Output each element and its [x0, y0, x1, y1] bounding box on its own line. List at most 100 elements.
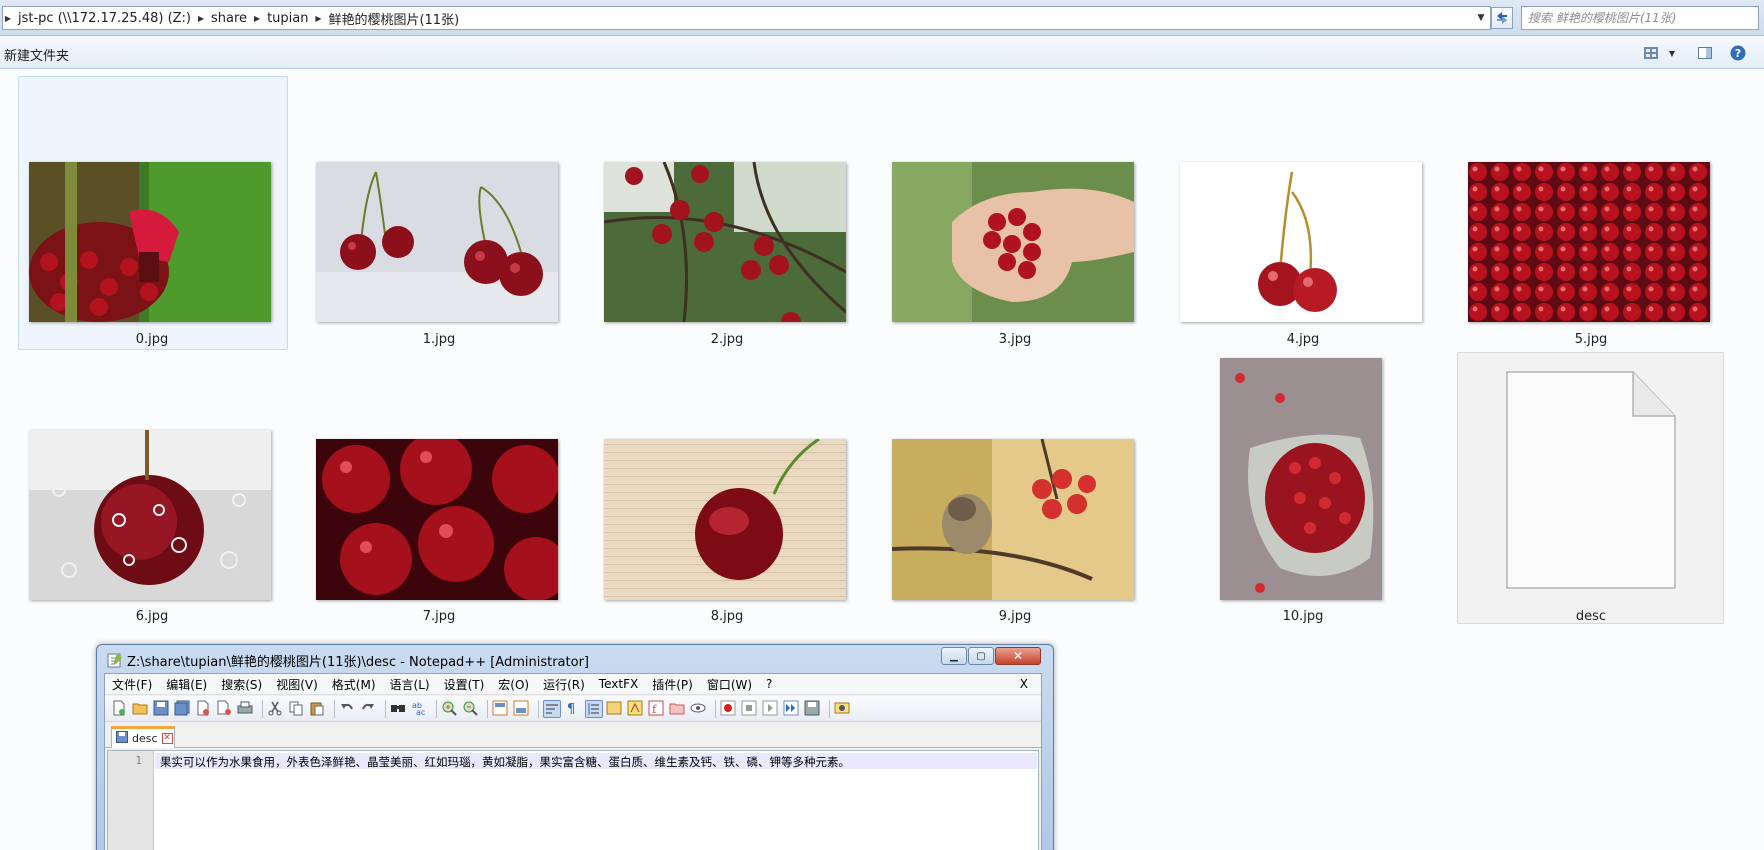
line-number-gutter: 1	[108, 751, 154, 850]
file-label-desc[interactable]: desc	[1455, 609, 1727, 624]
redo-icon[interactable]	[360, 700, 378, 718]
view-options-dropdown-icon[interactable]: ▼	[1664, 45, 1680, 61]
close-icon: ✕	[1012, 649, 1024, 663]
file-label-1[interactable]: 1.jpg	[303, 332, 575, 347]
refresh-button[interactable]	[1491, 7, 1513, 29]
thumbnail-8[interactable]	[604, 439, 846, 600]
function-list-icon[interactable]: f	[648, 700, 666, 718]
notepad-titlebar[interactable]: Z:\share\tupian\鲜艳的樱桃图片(11张)\desc - Note…	[103, 648, 1043, 672]
save-icon[interactable]	[153, 700, 171, 718]
preview-pane-icon[interactable]	[1697, 45, 1713, 61]
breadcrumb-tupian[interactable]: tupian	[262, 7, 313, 29]
help-icon[interactable]: ?	[1730, 45, 1746, 61]
thumbnail-4[interactable]	[1180, 162, 1422, 322]
breadcrumb-arrow-icon[interactable]: ▶	[196, 7, 206, 29]
new-file-icon[interactable]	[111, 700, 129, 718]
file-label-4[interactable]: 4.jpg	[1167, 332, 1439, 347]
menu-plugins[interactable]: 插件(P)	[645, 676, 700, 693]
notepad-window[interactable]: Z:\share\tupian\鲜艳的樱桃图片(11张)\desc - Note…	[96, 644, 1054, 850]
folder-workspace-icon[interactable]	[669, 700, 687, 718]
thumbnail-2[interactable]	[604, 162, 846, 322]
address-history-dropdown-icon[interactable]: ▼	[1474, 10, 1488, 26]
find-icon[interactable]	[390, 700, 408, 718]
open-file-icon[interactable]	[132, 700, 150, 718]
breadcrumb-arrow-icon[interactable]: ▶	[313, 7, 323, 29]
copy-icon[interactable]	[288, 700, 306, 718]
search-input[interactable]	[1528, 11, 1758, 25]
file-label-7[interactable]: 7.jpg	[303, 609, 575, 624]
editor-line-text[interactable]: 果实可以作为水果食用，外表色泽鲜艳、晶莹美丽、红如玛瑙，黄如凝脂，果实富含糖、蛋…	[160, 754, 850, 770]
menu-window[interactable]: 窗口(W)	[700, 676, 759, 693]
indent-guide-icon[interactable]	[585, 699, 603, 718]
close-all-icon[interactable]	[216, 700, 234, 718]
breadcrumb-arrow-icon[interactable]: ▶	[252, 7, 262, 29]
thumbnail-7[interactable]	[316, 439, 558, 600]
menu-settings[interactable]: 设置(T)	[437, 676, 492, 693]
show-all-chars-icon[interactable]: ¶	[564, 700, 582, 718]
sync-horizontal-icon[interactable]	[513, 700, 531, 718]
address-bar[interactable]: ▶ jst-pc (\\172.17.25.48) (Z:) ▶ share ▶…	[2, 6, 1491, 30]
word-wrap-icon[interactable]	[543, 699, 561, 718]
crumb-root-arrow-icon[interactable]: ▶	[3, 7, 13, 29]
notepad-toolbar: ab ac ¶ f	[105, 696, 1041, 722]
undo-icon[interactable]	[339, 700, 357, 718]
menu-edit[interactable]: 编辑(E)	[159, 676, 214, 693]
record-macro-icon[interactable]	[720, 700, 738, 718]
file-label-3[interactable]: 3.jpg	[879, 332, 1151, 347]
thumbnail-9[interactable]	[892, 439, 1134, 600]
monitoring-eye-icon[interactable]	[690, 700, 708, 718]
thumbnail-0[interactable]	[29, 162, 271, 322]
new-folder-button[interactable]: 新建文件夹	[4, 45, 69, 64]
editor-area[interactable]: 1 果实可以作为水果食用，外表色泽鲜艳、晶莹美丽、红如玛瑙，黄如凝脂，果实富含糖…	[107, 750, 1039, 850]
thumbnail-3[interactable]	[892, 162, 1134, 322]
thumbnail-10[interactable]	[1220, 358, 1382, 600]
menu-search[interactable]: 搜索(S)	[214, 676, 269, 693]
close-document-button[interactable]: X	[1013, 677, 1035, 691]
menu-view[interactable]: 视图(V)	[269, 676, 325, 693]
cut-icon[interactable]	[267, 700, 285, 718]
breadcrumb-drive[interactable]: jst-pc (\\172.17.25.48) (Z:)	[13, 7, 196, 29]
thumbnail-1[interactable]	[316, 162, 558, 322]
maximize-button[interactable]: ▢	[968, 647, 994, 665]
menu-textfx[interactable]: TextFX	[592, 677, 645, 691]
thumbnail-5[interactable]	[1468, 162, 1710, 322]
print-icon[interactable]	[237, 700, 255, 718]
file-label-6[interactable]: 6.jpg	[16, 609, 288, 624]
doc-map-icon[interactable]	[627, 700, 645, 718]
sync-vertical-icon[interactable]	[492, 700, 510, 718]
file-label-5[interactable]: 5.jpg	[1455, 332, 1727, 347]
menu-macro[interactable]: 宏(O)	[491, 676, 536, 693]
paste-icon[interactable]	[309, 700, 327, 718]
file-label-0[interactable]: 0.jpg	[16, 332, 288, 347]
menu-format[interactable]: 格式(M)	[325, 676, 383, 693]
menu-language[interactable]: 语言(L)	[383, 676, 437, 693]
menu-run[interactable]: 运行(R)	[536, 676, 592, 693]
menu-help[interactable]: ?	[759, 677, 779, 691]
zoom-out-icon[interactable]	[462, 700, 480, 718]
tab-desc[interactable]: desc ✕	[111, 726, 175, 748]
save-macro-icon[interactable]	[804, 700, 822, 718]
close-button[interactable]: ✕	[995, 647, 1041, 665]
run-macro-multiple-icon[interactable]	[783, 700, 801, 718]
change-view-icon[interactable]	[1643, 45, 1659, 61]
zoom-in-icon[interactable]	[441, 700, 459, 718]
file-label-9[interactable]: 9.jpg	[879, 609, 1151, 624]
stop-macro-icon[interactable]	[741, 700, 759, 718]
file-label-10[interactable]: 10.jpg	[1167, 609, 1439, 624]
breadcrumb-share[interactable]: share	[206, 7, 252, 29]
breadcrumb-current-folder[interactable]: 鲜艳的樱桃图片(11张)	[323, 7, 464, 29]
menu-file[interactable]: 文件(F)	[105, 676, 159, 693]
close-file-icon[interactable]	[195, 700, 213, 718]
search-box[interactable]	[1521, 6, 1759, 30]
file-label-2[interactable]: 2.jpg	[591, 332, 863, 347]
file-label-8[interactable]: 8.jpg	[591, 609, 863, 624]
trim-icon[interactable]	[834, 700, 852, 718]
text-document-icon[interactable]	[1505, 370, 1677, 590]
user-lang-icon[interactable]	[606, 700, 624, 718]
save-all-icon[interactable]	[174, 700, 192, 718]
minimize-button[interactable]: ▁	[941, 647, 967, 665]
thumbnail-6[interactable]	[29, 430, 271, 600]
replace-icon[interactable]: ab ac	[411, 700, 429, 718]
play-macro-icon[interactable]	[762, 700, 780, 718]
tab-close-icon[interactable]: ✕	[161, 733, 173, 744]
